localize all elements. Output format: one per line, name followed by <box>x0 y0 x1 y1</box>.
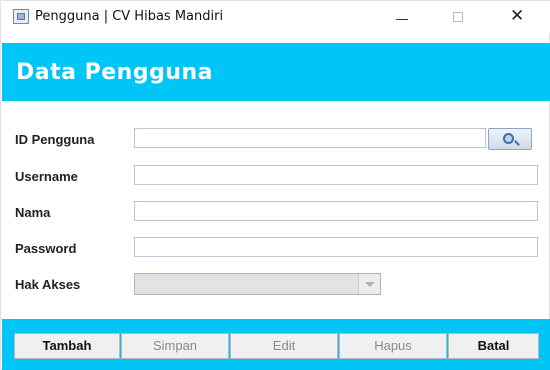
tambah-button[interactable]: Tambah <box>14 333 120 359</box>
header-band: Data Pengguna <box>2 43 550 101</box>
minimize-icon <box>396 19 408 20</box>
chevron-down-icon <box>365 282 375 287</box>
simpan-button[interactable]: Simpan <box>121 333 229 359</box>
title-bar[interactable]: Pengguna | CV Hibas Mandiri ✕ <box>1 1 550 33</box>
batal-button[interactable]: Batal <box>448 333 539 359</box>
window-title: Pengguna | CV Hibas Mandiri <box>35 9 224 24</box>
search-button[interactable] <box>488 128 532 150</box>
hak-akses-select[interactable] <box>134 273 381 295</box>
app-window: Pengguna | CV Hibas Mandiri ✕ Data Pengg… <box>0 0 550 370</box>
hak-akses-label: Hak Akses <box>15 277 81 292</box>
hapus-button[interactable]: Hapus <box>339 333 447 359</box>
nama-label: Nama <box>15 205 51 220</box>
edit-button[interactable]: Edit <box>230 333 338 359</box>
close-button[interactable]: ✕ <box>495 1 541 33</box>
password-label: Password <box>15 241 77 256</box>
id-pengguna-label: ID Pengguna <box>15 132 95 147</box>
dropdown-button[interactable] <box>358 274 380 294</box>
page-title: Data Pengguna <box>16 60 214 85</box>
java-app-icon <box>13 9 29 24</box>
maximize-icon <box>453 12 463 22</box>
maximize-button[interactable] <box>435 1 481 33</box>
close-icon: ✕ <box>510 6 525 26</box>
nama-field[interactable] <box>134 201 538 221</box>
search-icon <box>503 133 514 144</box>
id-pengguna-field[interactable] <box>134 128 486 148</box>
password-field[interactable] <box>134 237 538 257</box>
username-label: Username <box>15 169 78 184</box>
minimize-button[interactable] <box>379 1 425 33</box>
username-field[interactable] <box>134 165 538 185</box>
